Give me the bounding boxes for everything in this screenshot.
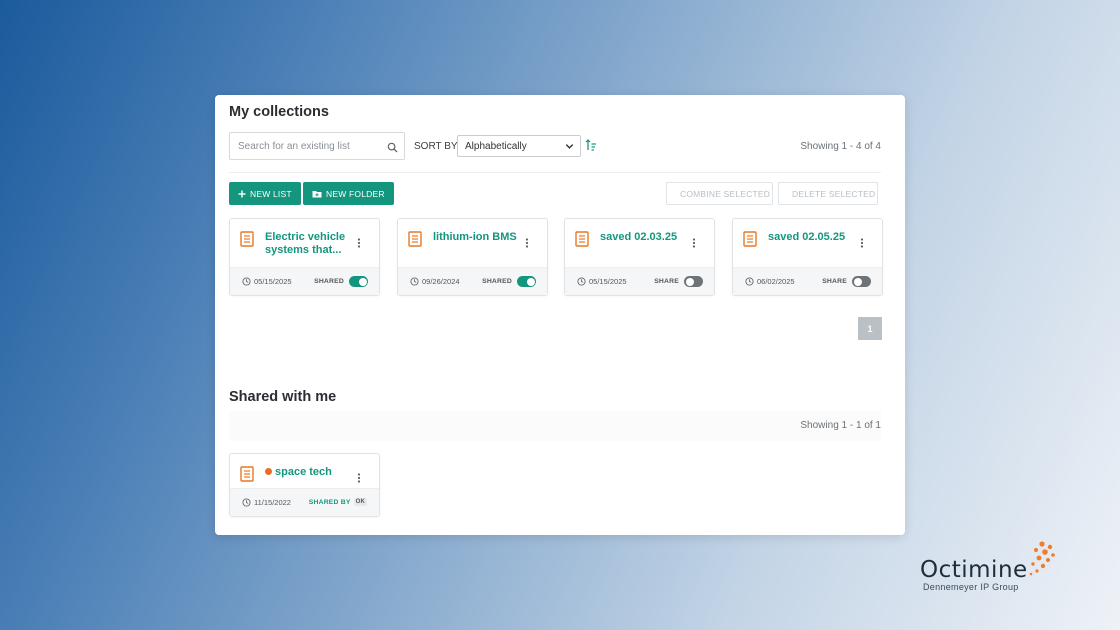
- delete-selected-button[interactable]: DELETE SELECTED: [778, 182, 878, 205]
- sort-order-icon[interactable]: [585, 139, 597, 157]
- shared-with-me-title: Shared with me: [229, 389, 337, 405]
- share-label: SHARED: [314, 278, 344, 285]
- sort-select-value: Alphabetically: [465, 141, 527, 152]
- list-icon: [408, 231, 422, 252]
- shared-collection-card[interactable]: space tech 11/15/2022 SHARED BY OK: [229, 453, 380, 517]
- clock-icon: [577, 277, 586, 286]
- list-icon: [240, 466, 254, 487]
- unread-dot-icon: [265, 468, 272, 475]
- shared-toolbar: [229, 411, 881, 441]
- collections-count: Showing 1 - 4 of 4: [800, 141, 881, 152]
- card-date-text: 05/15/2025: [254, 277, 292, 286]
- shared-by-label: SHARED BY: [308, 498, 351, 506]
- collection-title[interactable]: Electric vehicle systems that...: [265, 231, 357, 257]
- share-label: SHARED: [482, 278, 512, 285]
- collection-card[interactable]: saved 02.03.25 05/15/2025 SHARE: [564, 218, 715, 296]
- more-options-icon[interactable]: [692, 235, 696, 253]
- card-date: 05/15/2025: [577, 277, 627, 286]
- clock-icon: [410, 277, 419, 286]
- more-options-icon[interactable]: [357, 470, 361, 488]
- more-options-icon[interactable]: [525, 235, 529, 253]
- new-folder-label: NEW FOLDER: [326, 188, 385, 199]
- share-toggle[interactable]: [852, 276, 871, 287]
- card-date-text: 11/15/2022: [254, 498, 291, 507]
- collection-title[interactable]: space tech: [275, 466, 332, 478]
- chevron-down-icon: [564, 141, 575, 155]
- card-footer: 06/02/2025 SHARE: [733, 267, 882, 295]
- collection-title-wrap[interactable]: space tech: [265, 466, 357, 479]
- share-toggle[interactable]: [684, 276, 703, 287]
- collection-card[interactable]: lithium-ion BMS 09/26/2024 SHARED: [397, 218, 548, 296]
- card-date: 09/26/2024: [410, 277, 460, 286]
- delete-selected-label: DELETE SELECTED: [792, 188, 876, 199]
- divider: [229, 172, 881, 173]
- owner-initials-avatar: OK: [353, 498, 367, 506]
- card-date: 05/15/2025: [242, 277, 292, 286]
- search-input[interactable]: [230, 133, 378, 159]
- share-label: SHARE: [654, 278, 679, 285]
- card-footer: 05/15/2025 SHARED: [230, 267, 379, 295]
- collection-title[interactable]: saved 02.03.25: [600, 231, 692, 244]
- combine-selected-label: COMBINE SELECTED: [680, 188, 771, 199]
- card-date: 06/02/2025: [745, 277, 795, 286]
- collection-title[interactable]: lithium-ion BMS: [433, 231, 525, 244]
- logo-subtitle: Dennemeyer IP Group: [923, 582, 1019, 592]
- card-footer: 09/26/2024 SHARED: [398, 267, 547, 295]
- collection-card[interactable]: saved 02.05.25 06/02/2025 SHARE: [732, 218, 883, 296]
- new-list-button[interactable]: NEW LIST: [229, 182, 301, 205]
- shared-by: SHARED BY OK: [309, 498, 367, 506]
- plus-icon: [238, 190, 246, 197]
- card-date-text: 05/15/2025: [589, 277, 627, 286]
- logo-dots-icon: [1029, 541, 1055, 576]
- card-date-text: 09/26/2024: [422, 277, 460, 286]
- octimine-logo: Octimine Dennemeyer IP Group: [920, 540, 1065, 600]
- shared-count: Showing 1 - 1 of 1: [800, 420, 881, 431]
- list-icon: [575, 231, 589, 252]
- collections-panel: My collections SORT BY: Alphabetically S…: [215, 95, 905, 535]
- card-footer: 05/15/2025 SHARE: [565, 267, 714, 295]
- card-date-text: 06/02/2025: [757, 277, 795, 286]
- sort-select[interactable]: Alphabetically: [457, 135, 581, 157]
- pagination-page-1[interactable]: 1: [858, 317, 882, 340]
- more-options-icon[interactable]: [357, 235, 361, 253]
- combine-selected-button[interactable]: COMBINE SELECTED: [666, 182, 773, 205]
- clock-icon: [745, 277, 754, 286]
- list-icon: [743, 231, 757, 252]
- logo-wordmark: Octimine: [920, 557, 1028, 583]
- clock-icon: [242, 277, 251, 286]
- collection-card[interactable]: Electric vehicle systems that... 05/15/2…: [229, 218, 380, 296]
- new-list-label: NEW LIST: [250, 188, 292, 199]
- share-toggle[interactable]: [517, 276, 536, 287]
- new-folder-button[interactable]: NEW FOLDER: [303, 182, 394, 205]
- list-icon: [240, 231, 254, 252]
- more-options-icon[interactable]: [860, 235, 864, 253]
- clock-icon: [242, 498, 251, 507]
- folder-plus-icon: [312, 190, 322, 197]
- share-label: SHARE: [822, 278, 847, 285]
- search-icon[interactable]: [387, 140, 398, 158]
- search-box[interactable]: [229, 132, 405, 160]
- my-collections-title: My collections: [229, 104, 329, 120]
- card-footer: 11/15/2022 SHARED BY OK: [230, 488, 379, 516]
- collection-title[interactable]: saved 02.05.25: [768, 231, 860, 244]
- share-toggle[interactable]: [349, 276, 368, 287]
- sort-by-label: SORT BY:: [414, 141, 460, 152]
- card-date: 11/15/2022: [242, 498, 291, 507]
